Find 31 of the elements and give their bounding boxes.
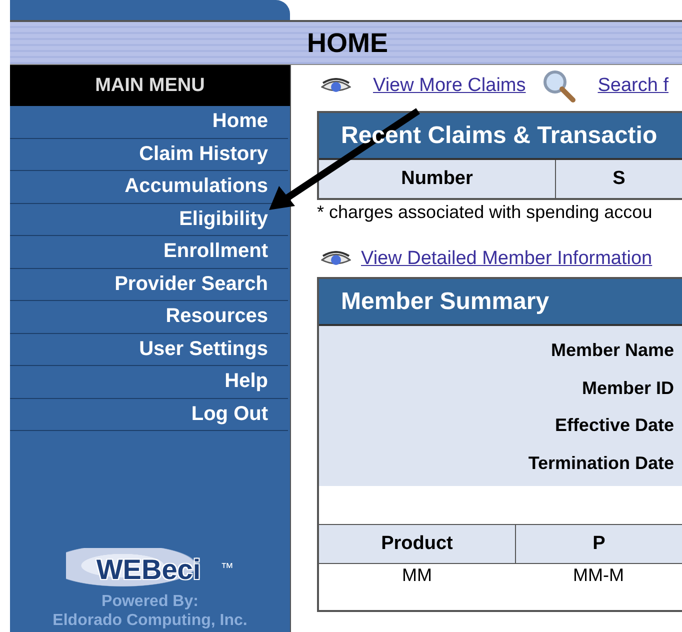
table-cell-text: MM-M bbox=[572, 564, 625, 587]
menu-item[interactable]: User Settings bbox=[10, 334, 288, 366]
link[interactable]: Search f bbox=[598, 75, 669, 97]
search-icon bbox=[542, 69, 576, 103]
menu-item[interactable]: Log Out bbox=[10, 398, 288, 431]
trademark: ™ bbox=[220, 560, 234, 574]
table-cell-text: MM bbox=[401, 564, 433, 587]
footnote: * charges associated with spending accou bbox=[317, 202, 654, 223]
menu-heading: MAIN MENU bbox=[10, 65, 290, 106]
panel-header: Member Summary bbox=[319, 279, 682, 326]
eye-icon bbox=[321, 251, 351, 267]
column-header: Number bbox=[400, 167, 474, 191]
field-label: Effective Date bbox=[554, 415, 674, 436]
field-label: Termination Date bbox=[528, 452, 674, 474]
powered-by-text: Eldorado Computing, Inc. bbox=[52, 611, 248, 630]
link[interactable]: View Detailed Member Information bbox=[361, 248, 652, 270]
menu-item[interactable]: Provider Search bbox=[10, 268, 288, 301]
field-label: Member ID bbox=[582, 378, 674, 399]
menu-item[interactable]: Help bbox=[10, 366, 288, 398]
menu-item[interactable]: Home bbox=[10, 106, 288, 138]
page-title: HOME bbox=[307, 28, 388, 58]
column-header: P bbox=[515, 525, 682, 564]
menu-item[interactable]: Enrollment bbox=[10, 236, 288, 268]
menu-item[interactable]: Resources bbox=[10, 301, 288, 334]
menu-item[interactable]: Claim History bbox=[10, 138, 288, 171]
column-header: Product bbox=[319, 525, 515, 564]
powered-by-text: Powered By: bbox=[100, 592, 200, 611]
eye-icon bbox=[321, 78, 351, 94]
column-header: S bbox=[555, 160, 682, 198]
field-label: Member Name bbox=[550, 340, 674, 362]
link[interactable]: View More Claims bbox=[373, 75, 526, 97]
